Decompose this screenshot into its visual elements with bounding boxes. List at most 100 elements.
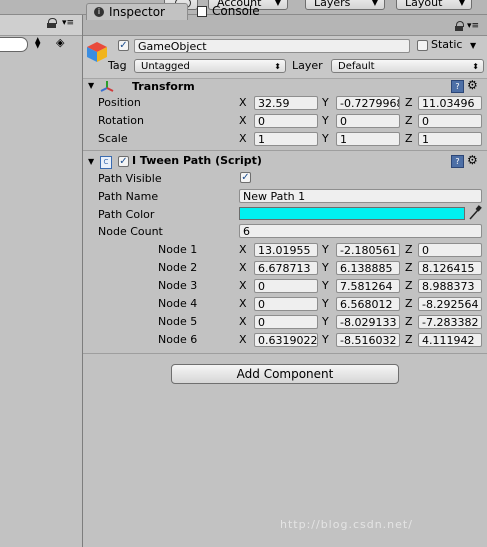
- node-2-row-label: Node 2: [158, 261, 198, 274]
- axis-x-label: X: [239, 315, 247, 328]
- axis-y-label: Y: [322, 297, 329, 310]
- script-enabled-checkbox[interactable]: ✓: [118, 156, 129, 167]
- panel-menu-icon[interactable]: ▾≡: [467, 22, 479, 31]
- gameobject-name-field[interactable]: GameObject: [134, 39, 410, 53]
- axis-x-label: X: [239, 114, 247, 127]
- node-3-row-label: Node 3: [158, 279, 198, 292]
- node-2-y-field[interactable]: 6.138885: [336, 261, 400, 275]
- layer-label: Layer: [292, 59, 323, 72]
- transform-rotation-y-field[interactable]: 0: [336, 114, 400, 128]
- axis-z-label: Z: [405, 279, 413, 292]
- console-icon: [197, 6, 207, 17]
- node-1-z-field[interactable]: 0: [418, 243, 482, 257]
- path-color-swatch[interactable]: [239, 207, 465, 220]
- foldout-arrow-icon[interactable]: ▼: [88, 157, 94, 166]
- axis-z-label: Z: [405, 114, 413, 127]
- path-color-label: Path Color: [98, 208, 155, 221]
- axis-y-label: Y: [322, 96, 329, 109]
- foldout-arrow-icon[interactable]: ▼: [88, 81, 94, 90]
- hierarchy-search-input[interactable]: [0, 37, 28, 52]
- node-2-x-field[interactable]: 6.678713: [254, 261, 318, 275]
- node-5-z-field[interactable]: -7.283382: [418, 315, 482, 329]
- node-6-row-label: Node 6: [158, 333, 198, 346]
- layers-dropdown[interactable]: Layers ▼: [305, 0, 385, 10]
- chevron-down-icon: ▼: [371, 0, 378, 7]
- node-3-z-field[interactable]: 8.988373: [418, 279, 482, 293]
- transform-position-x-field[interactable]: 32.59: [254, 96, 318, 110]
- tab-console[interactable]: Console: [190, 3, 290, 20]
- hierarchy-panel: [0, 15, 83, 547]
- axis-z-label: Z: [405, 243, 413, 256]
- gear-icon[interactable]: ⚙: [467, 78, 478, 92]
- node-4-z-field[interactable]: -8.292564: [418, 297, 482, 311]
- node-6-z-field[interactable]: 4.111942: [418, 333, 482, 347]
- tag-dropdown[interactable]: Untagged ⬍: [134, 59, 286, 73]
- node-3-y-field[interactable]: 7.581264: [336, 279, 400, 293]
- gear-icon[interactable]: ⚙: [467, 153, 478, 167]
- static-dropdown-arrow[interactable]: ▼: [470, 41, 476, 50]
- node-4-y-field[interactable]: 6.568012: [336, 297, 400, 311]
- help-icon[interactable]: ?: [451, 155, 464, 168]
- transform-rotation-z-field[interactable]: 0: [418, 114, 482, 128]
- filter-type-icon[interactable]: ⧫: [35, 36, 40, 49]
- path-name-label: Path Name: [98, 190, 159, 203]
- gameobject-active-checkbox[interactable]: ✓: [118, 40, 129, 51]
- path-visible-label: Path Visible: [98, 172, 162, 185]
- node-1-y-field[interactable]: -2.180561: [336, 243, 400, 257]
- transform-scale-row-label: Scale: [98, 132, 128, 145]
- path-name-field[interactable]: New Path 1: [239, 189, 482, 203]
- gameobject-cube-icon: [86, 41, 108, 63]
- axis-x-label: X: [239, 279, 247, 292]
- axis-z-label: Z: [405, 96, 413, 109]
- node-count-field[interactable]: 6: [239, 224, 482, 238]
- path-visible-checkbox[interactable]: ✓: [240, 172, 251, 183]
- static-checkbox[interactable]: [417, 40, 428, 51]
- eyedropper-icon[interactable]: [468, 205, 482, 221]
- axis-z-label: Z: [405, 132, 413, 145]
- axis-z-label: Z: [405, 333, 413, 346]
- transform-scale-z-field[interactable]: 1: [418, 132, 482, 146]
- node-6-y-field[interactable]: -8.516032: [336, 333, 400, 347]
- transform-position-z-field[interactable]: 11.03496: [418, 96, 482, 110]
- transform-position-y-field[interactable]: -0.7279968: [336, 96, 400, 110]
- dropdown-arrow-icon: ⬍: [472, 62, 479, 71]
- transform-scale-x-field[interactable]: 1: [254, 132, 318, 146]
- transform-rotation-x-field[interactable]: 0: [254, 114, 318, 128]
- panel-menu-icon[interactable]: ▾≡: [62, 19, 74, 28]
- axis-x-label: X: [239, 243, 247, 256]
- transform-position-row-label: Position: [98, 96, 141, 109]
- dropdown-arrow-icon: ⬍: [274, 62, 281, 71]
- node-1-x-field[interactable]: 13.01955: [254, 243, 318, 257]
- node-1-row-label: Node 1: [158, 243, 198, 256]
- axis-y-label: Y: [322, 132, 329, 145]
- add-component-button[interactable]: Add Component: [171, 364, 399, 384]
- node-count-label: Node Count: [98, 225, 163, 238]
- node-4-row-label: Node 4: [158, 297, 198, 310]
- axis-y-label: Y: [322, 114, 329, 127]
- node-6-x-field[interactable]: 0.6319022: [254, 333, 318, 347]
- script-icon: C: [100, 156, 112, 169]
- help-icon[interactable]: ?: [451, 80, 464, 93]
- watermark-text: http://blog.csdn.net/: [280, 518, 413, 531]
- transform-rotation-row-label: Rotation: [98, 114, 145, 127]
- layout-dropdown[interactable]: Layout ▼: [396, 0, 472, 10]
- layer-dropdown[interactable]: Default ⬍: [331, 59, 484, 73]
- node-2-z-field[interactable]: 8.126415: [418, 261, 482, 275]
- lock-icon-body: [455, 26, 463, 31]
- filter-label-icon[interactable]: ◈: [56, 36, 64, 49]
- node-5-y-field[interactable]: -8.029133: [336, 315, 400, 329]
- axis-y-label: Y: [322, 261, 329, 274]
- axis-z-label: Z: [405, 297, 413, 310]
- tab-inspector[interactable]: i Inspector: [86, 3, 188, 20]
- transform-title: Transform: [132, 80, 195, 93]
- axis-x-label: X: [239, 96, 247, 109]
- transform-scale-y-field[interactable]: 1: [336, 132, 400, 146]
- axis-y-label: Y: [322, 333, 329, 346]
- node-5-x-field[interactable]: 0: [254, 315, 318, 329]
- node-3-x-field[interactable]: 0: [254, 279, 318, 293]
- static-label: Static: [431, 38, 463, 51]
- axis-x-label: X: [239, 297, 247, 310]
- chevron-down-icon: ▼: [458, 0, 465, 7]
- node-4-x-field[interactable]: 0: [254, 297, 318, 311]
- node-5-row-label: Node 5: [158, 315, 198, 328]
